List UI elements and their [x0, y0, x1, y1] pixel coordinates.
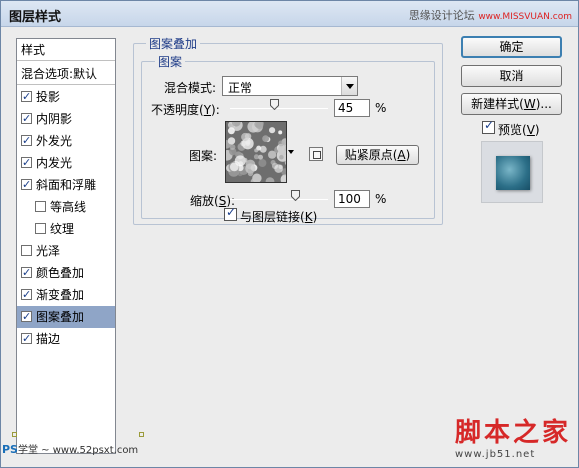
- styles-item[interactable]: 内阴影: [17, 108, 115, 130]
- blend-mode-value: 正常: [228, 81, 253, 95]
- styles-item[interactable]: 外发光: [17, 130, 115, 152]
- styles-item-checkbox[interactable]: [21, 108, 32, 130]
- styles-item[interactable]: 投影: [17, 86, 115, 108]
- opacity-slider-thumb[interactable]: [270, 99, 280, 110]
- style-preview: [481, 141, 543, 203]
- ok-button[interactable]: 确定: [461, 36, 562, 58]
- scale-input[interactable]: 100: [334, 190, 370, 208]
- blend-mode-select[interactable]: 正常: [222, 76, 358, 96]
- styles-item-label: 斜面和浮雕: [36, 178, 97, 192]
- dialog-title: 图层样式: [9, 10, 62, 25]
- watermark-url: www.jb51.net: [455, 449, 536, 460]
- styles-item-label: 渐变叠加: [36, 288, 85, 302]
- blend-options-item[interactable]: 混合选项:默认: [17, 63, 115, 85]
- pattern-label: 图案:: [189, 149, 218, 163]
- styles-item-label: 外发光: [36, 134, 73, 148]
- chevron-down-icon: [341, 77, 357, 95]
- styles-header-label: 样式: [21, 43, 46, 57]
- cancel-button[interactable]: 取消: [461, 65, 562, 87]
- scale-slider-thumb[interactable]: [291, 190, 301, 201]
- styles-item-checkbox[interactable]: [21, 262, 32, 284]
- styles-item-label: 颜色叠加: [36, 266, 85, 280]
- style-preview-swatch: [496, 156, 530, 190]
- styles-list: 样式 混合选项:默认 投影内阴影外发光内发光斜面和浮雕等高线纹理光泽颜色叠加渐变…: [16, 38, 116, 454]
- styles-item[interactable]: 内发光: [17, 152, 115, 174]
- pattern-picker-arrow-icon[interactable]: [288, 150, 294, 156]
- styles-item-checkbox[interactable]: [35, 223, 46, 234]
- opacity-label: 不透明度(Y):: [151, 103, 220, 117]
- styles-item[interactable]: 斜面和浮雕: [17, 174, 115, 196]
- scale-percent-sign: %: [375, 192, 387, 206]
- styles-item-checkbox[interactable]: [21, 86, 32, 108]
- watermark-brand: 脚本之家: [455, 418, 572, 448]
- styles-item-label: 内阴影: [36, 112, 73, 126]
- styles-item-checkbox[interactable]: [21, 130, 32, 152]
- title-bar: 图层样式 思缘设计论坛 www.MISSVUAN.com: [1, 1, 578, 27]
- styles-item-label: 内发光: [36, 156, 73, 170]
- watermark-top-text: 思缘设计论坛: [408, 9, 475, 22]
- opacity-input[interactable]: 45: [334, 99, 370, 117]
- opacity-percent-sign: %: [375, 101, 387, 115]
- styles-item[interactable]: 图案叠加: [17, 306, 115, 328]
- styles-item[interactable]: 颜色叠加: [17, 262, 115, 284]
- pattern-swatch[interactable]: [225, 121, 287, 183]
- corner-mark: [12, 432, 17, 437]
- styles-item[interactable]: 等高线: [17, 196, 115, 218]
- watermark-bottom-left-text: 学堂 ~ www.52psxt.com: [17, 445, 139, 456]
- styles-item[interactable]: 渐变叠加: [17, 284, 115, 306]
- styles-item-checkbox[interactable]: [21, 306, 32, 328]
- blend-mode-label: 混合模式:: [164, 81, 217, 95]
- link-with-layer-checkbox[interactable]: [224, 205, 237, 221]
- pattern-overlay-title: 图案叠加: [146, 35, 201, 52]
- new-style-button[interactable]: 新建样式(W)...: [461, 93, 562, 115]
- watermark-ps: PS: [2, 443, 18, 456]
- preview-label: 预览(V): [498, 123, 540, 137]
- styles-item-label: 等高线: [50, 200, 87, 214]
- link-with-layer-label: 与图层链接(K): [240, 210, 318, 224]
- styles-item-checkbox[interactable]: [21, 245, 32, 256]
- styles-item[interactable]: 纹理: [17, 218, 115, 240]
- pattern-thumbnail: [226, 122, 286, 182]
- new-preset-icon[interactable]: [309, 147, 323, 161]
- styles-item-checkbox[interactable]: [35, 201, 46, 212]
- styles-item-checkbox[interactable]: [21, 152, 32, 174]
- styles-item-label: 光泽: [36, 244, 61, 258]
- watermark-bottom-left: PS学堂 ~ www.52psxt.com: [2, 441, 138, 456]
- scale-slider-track[interactable]: [230, 199, 328, 200]
- styles-item-label: 图案叠加: [36, 310, 85, 324]
- blend-options-label: 混合选项:默认: [21, 67, 98, 81]
- styles-item-checkbox[interactable]: [21, 328, 32, 350]
- styles-item[interactable]: 描边: [17, 328, 115, 350]
- styles-item-label: 纹理: [50, 222, 75, 236]
- styles-header[interactable]: 样式: [17, 39, 115, 61]
- styles-item-checkbox[interactable]: [21, 174, 32, 196]
- styles-item[interactable]: 光泽: [17, 240, 115, 262]
- watermark-top-site: www.MISSVUAN.com: [478, 12, 572, 22]
- pattern-subgroup-title: 图案: [155, 53, 186, 70]
- styles-item-label: 投影: [36, 90, 61, 104]
- watermark-bottom-right: 脚本之家 www.jb51.net: [455, 412, 575, 460]
- watermark-top: 思缘设计论坛 www.MISSVUAN.com: [409, 7, 572, 23]
- styles-item-label: 描边: [36, 332, 61, 346]
- preview-checkbox[interactable]: [482, 118, 495, 134]
- corner-mark: [139, 432, 144, 437]
- snap-to-origin-button[interactable]: 贴紧原点(A): [336, 145, 419, 165]
- styles-item-checkbox[interactable]: [21, 284, 32, 306]
